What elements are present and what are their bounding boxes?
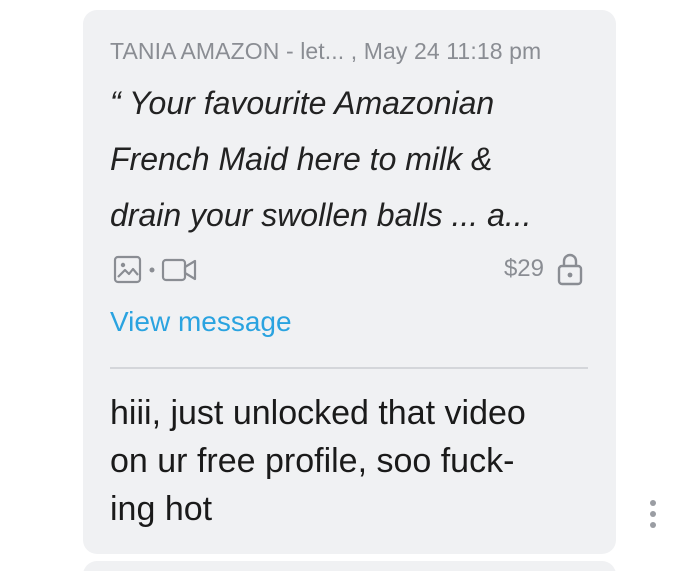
media-attachment-icons [113,255,213,285]
view-message-link[interactable]: View message [110,306,292,338]
chat-view: TANIA AMAZON - let... , May 24 11:18 pm … [0,0,680,571]
quoted-message-line: French Maid here to milk & [110,141,493,177]
video-icon [161,258,197,282]
quoted-message-header: TANIA AMAZON - let... , May 24 11:18 pm [110,38,542,64]
lock-icon [557,253,583,286]
divider [110,367,588,369]
quoted-message-line: “ Your favourite Amazonian [110,85,495,121]
reply-message-line: on ur free profile, soo fuck- [110,442,515,480]
price-label: $29 [503,255,544,282]
dot-separator [149,267,155,273]
image-icon [113,255,142,284]
quoted-message-line: drain your swollen balls ... a... [110,197,532,233]
reply-message-line: hiii, just unlocked that video [110,394,526,432]
more-vertical-icon[interactable] [646,499,660,529]
next-message-bubble [83,561,616,571]
reply-message-line: ing hot [110,490,213,528]
